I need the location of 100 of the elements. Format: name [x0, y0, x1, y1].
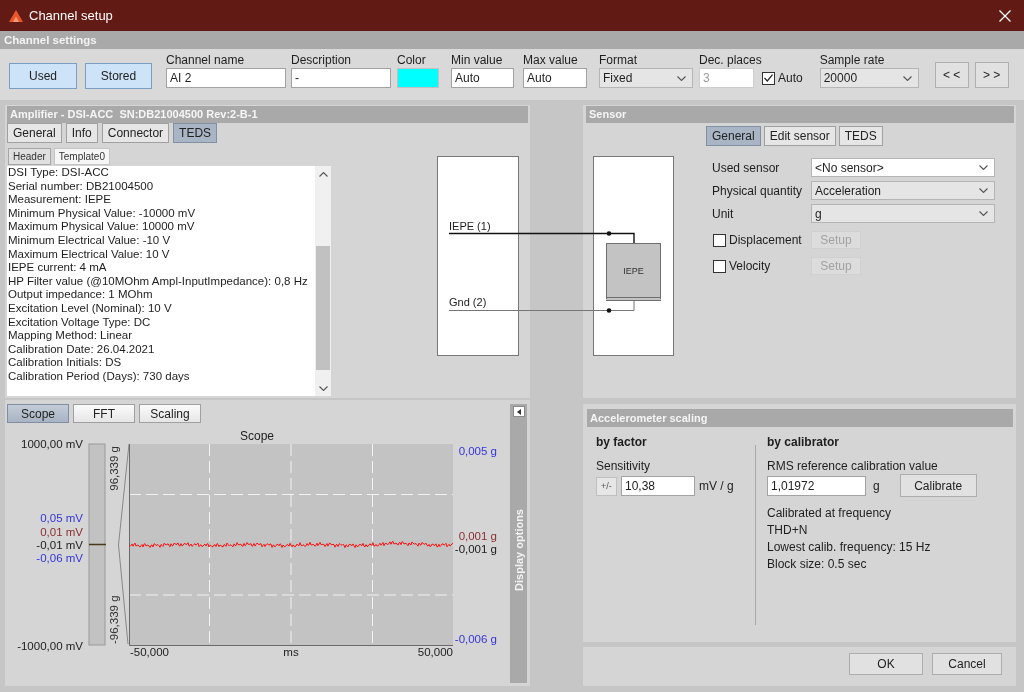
ok-button[interactable]: OK [849, 653, 923, 675]
checkbox-label: Displacement [729, 233, 802, 247]
info-text: Lowest calib. frequency: 15 Hz [767, 539, 931, 556]
pin-label: Gnd (2) [449, 296, 487, 309]
sign-button[interactable]: +/- [596, 476, 617, 496]
dropdown[interactable]: g [811, 204, 995, 223]
axis-label: 1000,00 mV [21, 438, 83, 450]
chevron-down-icon [318, 385, 328, 391]
color-swatch[interactable] [397, 68, 439, 88]
text-field[interactable]: Auto [451, 68, 514, 88]
gauge-label: 96,339 g [108, 446, 120, 491]
text-field[interactable]: - [291, 68, 391, 88]
chevron-down-icon [979, 165, 988, 170]
reading-label: 0,001 g [458, 530, 497, 542]
sensor-block: IEPE [606, 243, 661, 301]
panel-header: Sensor [586, 106, 1014, 123]
reading-label: -0,01 mV [36, 539, 83, 551]
info-text: Block size: 0.5 sec [767, 556, 867, 573]
calibration-value-field[interactable]: 1,01972 [767, 475, 866, 496]
scrollbar[interactable] [315, 166, 331, 396]
field-label: Dec. places [699, 53, 762, 67]
reading-label: 0,05 mV [40, 512, 83, 524]
tab[interactable]: Scope [7, 404, 69, 423]
previous-button[interactable]: < < [934, 62, 969, 88]
gauge-label: -96,339 g [108, 595, 120, 644]
tab[interactable]: TEDS [838, 126, 883, 146]
section-heading: by factor [596, 435, 647, 449]
dropdown[interactable]: Fixed [599, 68, 693, 88]
axis-label: -1000,00 mV [17, 640, 83, 652]
checkbox[interactable] [713, 259, 726, 273]
chart-title: Scope [240, 429, 274, 443]
list-line: DSI Type: DSI-ACC [8, 166, 110, 180]
tab[interactable]: Connector [101, 123, 170, 143]
checkbox-label: Auto [778, 71, 803, 85]
info-text: Calibrated at frequency [767, 505, 892, 522]
tab[interactable]: FFT [73, 404, 135, 423]
tab[interactable]: Template0 [53, 148, 110, 165]
list-line: Excitation Level (Nominal): 10 V [8, 301, 173, 316]
close-icon [999, 9, 1011, 22]
checkbox[interactable] [713, 233, 726, 247]
checkmark-icon [764, 74, 773, 82]
info-text: THD+N [767, 522, 808, 539]
list-line: Maximum Electrical Value: 10 V [8, 247, 171, 262]
field-label: Min value [451, 53, 503, 67]
axis-label: 50,000 [417, 646, 453, 658]
tab[interactable]: Info [65, 123, 98, 143]
list-line: HP Filter value (@10MOhm Ampl-InputImpedance): 0,8 Hz [8, 274, 309, 289]
field-label: Sensitivity [596, 459, 651, 473]
axis-label: ms [283, 646, 299, 658]
pin-label: IEPE (1) [449, 220, 491, 233]
dropdown[interactable]: 20000 [819, 68, 919, 88]
list-line: Calibration Date: 26.04.2021 [8, 342, 156, 357]
text-field[interactable]: AI 2 [166, 68, 286, 88]
tab[interactable]: Scaling [139, 404, 201, 423]
tab[interactable]: TEDS [173, 123, 218, 143]
unit-label: mV / g [699, 479, 734, 493]
tab[interactable]: Header [8, 148, 51, 165]
reading-label: 0,01 mV [40, 526, 83, 538]
dropdown[interactable]: <No sensor> [811, 158, 995, 177]
tab[interactable]: General [7, 123, 62, 143]
field-label: Sample rate [819, 53, 885, 67]
window-title: Channel setup [29, 8, 113, 23]
triangle-left-icon [516, 408, 521, 415]
triangle-icon [9, 9, 23, 22]
cancel-button[interactable]: Cancel [932, 653, 1002, 675]
sensitivity-field[interactable]: 10,38 [621, 476, 695, 496]
list-line: Minimum Physical Value: -10000 mV [8, 206, 197, 221]
reading-label: -0,006 g [454, 633, 497, 645]
checkbox-label: Velocity [729, 259, 771, 273]
list-line: Serial number: DB21004500 [8, 179, 155, 194]
toggle-button[interactable]: Used [9, 63, 77, 89]
list-line: Measurement: IEPE [8, 193, 112, 207]
toggle-button[interactable]: Stored [85, 63, 152, 89]
field-label: Max value [523, 53, 578, 67]
text-field[interactable]: Auto [523, 68, 587, 88]
reading-label: -0,06 mV [36, 552, 83, 564]
next-button[interactable]: > > [974, 62, 1009, 88]
list-line: IEPE current: 4 mA [8, 261, 108, 275]
list-line: Calibration Period (Days): 730 days [8, 369, 191, 384]
reading-label: -0,001 g [454, 543, 497, 555]
axis-label: -50,000 [130, 646, 169, 658]
tab[interactable]: Edit sensor [763, 126, 836, 146]
collapse-button[interactable] [512, 406, 525, 417]
field-label: Color [397, 53, 426, 67]
tab[interactable]: General [706, 126, 761, 146]
calibrate-button[interactable]: Calibrate [899, 474, 977, 497]
list-line: Maximum Physical Value: 10000 mV [8, 220, 196, 234]
scrollbar-thumb[interactable] [316, 246, 330, 370]
list-line: Minimum Electrical Value: -10 V [8, 233, 172, 248]
field-label: Channel name [166, 53, 245, 67]
dropdown[interactable]: Acceleration [811, 181, 995, 200]
chevron-down-icon [979, 188, 988, 193]
panel-header: Accelerometer scaling [587, 409, 1013, 427]
field-label: Format [599, 53, 637, 67]
field-label: RMS reference calibration value [767, 459, 938, 473]
panel-header: Amplifier - DSI-ACC SN:DB21004500 Rev:2-B-1 [7, 106, 528, 123]
field-label: Unit [712, 206, 735, 221]
unit-label: g [873, 478, 880, 493]
list-line: Mapping Method: Linear [8, 329, 134, 343]
section-header: Channel settings [0, 31, 1024, 49]
